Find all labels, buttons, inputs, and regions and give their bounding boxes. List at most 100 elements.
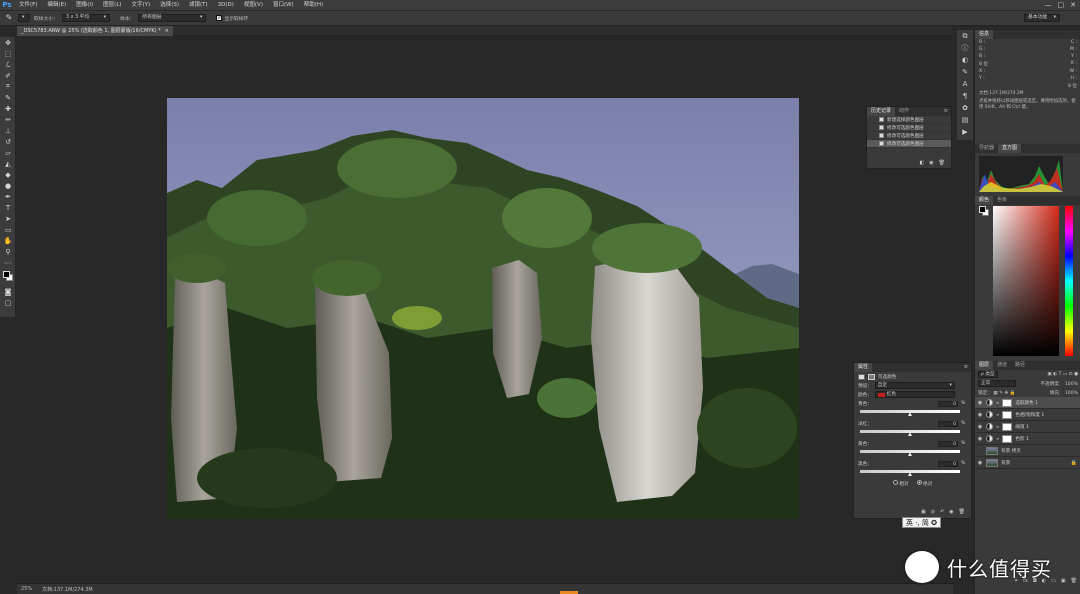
eraser-tool-icon[interactable]: ▱ [0,147,16,158]
hue-slider[interactable] [1065,206,1073,356]
layer-mask-thumbnail[interactable] [1002,422,1013,431]
layer-mask-thumbnail[interactable] [1002,410,1013,419]
canvas-area[interactable] [17,36,953,583]
eye-icon[interactable]: ◉ [977,400,983,406]
eye-icon[interactable]: ◉ [977,460,983,466]
brush-tool-icon[interactable]: ✏ [0,114,16,125]
tab-actions[interactable]: 动作 [895,107,913,116]
maximize-button[interactable]: □ [1058,0,1065,11]
tab-histogram[interactable]: 直方图 [998,144,1022,153]
layer-row[interactable]: ◉ ∞ 色阶 1 [975,433,1080,445]
color-foreground-swatch[interactable] [979,206,986,213]
menu-layer[interactable]: 图层(L) [98,0,126,11]
dodge-tool-icon[interactable]: ● [0,180,16,191]
document-image[interactable] [167,98,799,519]
path-select-tool-icon[interactable]: ➤ [0,213,16,224]
history-item[interactable]: 修改可选颜色图层 [867,140,951,148]
layer-mask-thumbnail[interactable] [1002,434,1013,443]
preset-select[interactable]: 自定 ▾ [874,382,955,389]
slider-value-input[interactable]: 0 [938,420,958,427]
absolute-option[interactable]: 绝对 [916,480,932,487]
absolute-radio[interactable] [916,480,922,485]
eyedropper-tool-icon[interactable]: ✎ [0,92,16,103]
clone-source-icon[interactable]: ✿ [957,102,973,114]
layer-row[interactable]: ◉ ∞ 阈值 1 [975,421,1080,433]
info-icon[interactable]: ⓘ [957,42,973,54]
lock-icons[interactable]: ▦ ✎ ✥ 🔒 [993,391,1015,396]
clip-to-layer-icon[interactable]: ▣ [921,509,926,515]
menu-help[interactable]: 帮助(H) [299,0,328,11]
panel-menu-icon[interactable]: ≡ [944,107,951,116]
colors-select[interactable]: 红色 [874,391,955,398]
relative-option[interactable]: 相对 [892,480,909,487]
marquee-tool-icon[interactable]: ⬚ [0,48,16,59]
black-slider[interactable] [860,470,960,476]
layer-row[interactable]: 背景 拷贝 [975,445,1080,457]
pen-tool-icon[interactable]: ✒ [0,191,16,202]
slider-value-input[interactable]: 0 [938,440,958,447]
show-ring-checkbox[interactable]: ✓ [216,15,223,21]
opacity-value[interactable]: 100% [1065,382,1078,387]
layer-kind-select[interactable]: ρ 类型 [978,371,998,378]
gradient-tool-icon[interactable]: ◭ [0,158,16,169]
type-tool-icon[interactable]: T [0,202,16,213]
trash-icon[interactable]: 🗑 [959,509,965,515]
layer-row[interactable]: ◉ ∞ 选取颜色 1 [975,397,1080,409]
properties-icon[interactable]: ▤ [957,114,973,126]
blend-mode-select[interactable]: 正常 [978,380,1016,387]
tab-paths[interactable]: 路径 [1011,361,1029,370]
actions-icon[interactable]: ▶ [957,126,973,138]
paragraph-icon[interactable]: ¶ [957,90,973,102]
camera-icon[interactable]: ◉ [929,160,933,166]
rectangle-tool-icon[interactable]: ▭ [0,224,16,235]
blur-tool-icon[interactable]: ◆ [0,169,16,180]
menu-image[interactable]: 图像(I) [71,0,98,11]
yellow-slider[interactable] [860,450,960,456]
close-icon[interactable]: × [165,26,169,36]
menu-select[interactable]: 选择(S) [155,0,184,11]
tool-preset-picker[interactable]: ▾ [18,14,30,22]
healing-brush-tool-icon[interactable]: ✚ [0,103,16,114]
screen-mode-icon[interactable]: ▢ [0,297,16,308]
history-item[interactable]: 修改可选颜色图层 [867,124,951,132]
menu-3d[interactable]: 3D(D) [213,0,239,11]
visibility-icon[interactable]: ◉ [949,509,953,515]
tab-properties[interactable]: 属性 [854,363,873,372]
layer-row[interactable]: ◉ 背景 🔒 [975,457,1080,469]
quick-mask-icon[interactable]: ◙ [0,286,16,297]
zoom-tool-icon[interactable]: ⚲ [0,246,16,257]
panel-menu-icon[interactable]: ≡ [964,363,971,372]
layer-row[interactable]: ◉ ∞ 色相/饱和度 1 [975,409,1080,421]
sample-select[interactable]: 所有图层 ▾ [138,14,207,22]
more-tools-icon[interactable]: ⋯ [0,257,16,268]
layer-mask-thumbnail[interactable] [1002,398,1013,407]
workspace-select[interactable]: 基本功能 ▾ [1024,14,1060,22]
show-ring-option[interactable]: ✓ 显示取样环 [216,15,248,22]
trash-icon[interactable]: 🗑 [939,160,945,166]
cyan-slider[interactable] [860,410,960,416]
mask-icon[interactable] [868,373,875,380]
menu-filter[interactable]: 滤镜(T) [184,0,213,11]
relative-radio[interactable] [892,480,898,485]
lasso-tool-icon[interactable]: ℒ [0,59,16,70]
slider-value-input[interactable]: 0 [938,400,958,407]
magenta-slider[interactable] [860,430,960,436]
history-brush-tool-icon[interactable]: ↺ [0,136,16,147]
new-document-from-state-icon[interactable]: ◧ [920,160,925,166]
slider-value-input[interactable]: 0 [938,460,958,467]
history-icon[interactable]: ⧉ [957,30,973,42]
new-layer-icon[interactable]: ▣ [1061,578,1066,584]
tab-navigator[interactable]: 导航器 [975,144,998,153]
eyedropper-icon[interactable]: ✎ [4,13,14,23]
menu-type[interactable]: 文字(Y) [127,0,156,11]
minimize-button[interactable]: — [1045,0,1052,11]
character-icon[interactable]: A [957,78,973,90]
clone-stamp-tool-icon[interactable]: ⊥ [0,125,16,136]
hand-tool-icon[interactable]: ✋ [0,235,16,246]
menu-file[interactable]: 文件(F) [14,0,42,11]
color-picker-field[interactable] [993,206,1059,356]
eye-icon[interactable]: ◉ [977,412,983,418]
layer-filter-icons[interactable]: ▣ ◐ T ▭ ⊡ ● [1047,372,1078,377]
slider-thumb[interactable] [908,432,912,436]
zoom-level[interactable]: 25% [21,586,32,592]
